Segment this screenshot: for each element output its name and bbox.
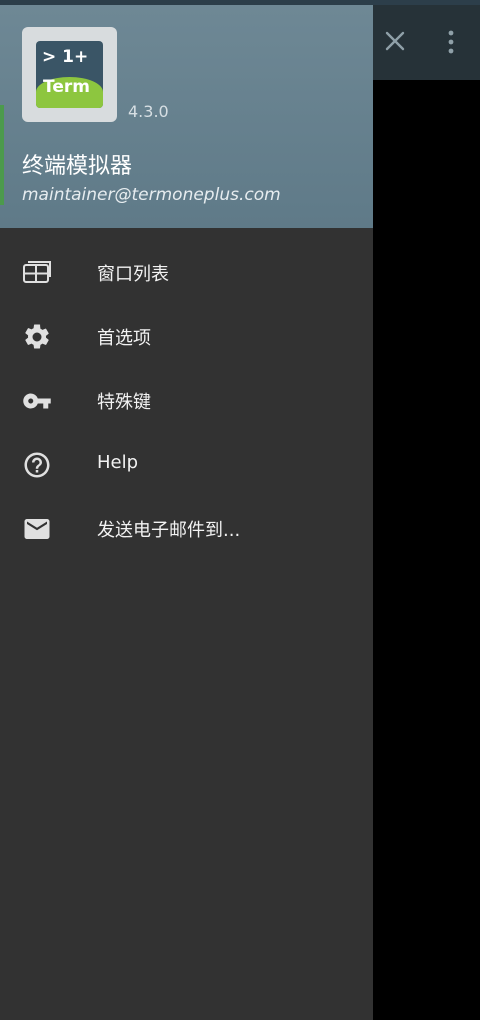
key-icon (22, 386, 52, 416)
app-logo-icon: > 1+ Term (36, 41, 103, 108)
window-list-icon (22, 258, 52, 288)
screen: > 1+ Term 4.3.0 终端模拟器 maintainer@termone… (0, 0, 480, 1020)
menu-item-label: 窗口列表 (97, 264, 169, 285)
mail-icon (22, 514, 52, 544)
menu-item-special-keys[interactable]: 特殊键 (0, 368, 373, 432)
gear-icon (22, 322, 52, 352)
menu-item-label: 首选项 (97, 328, 151, 349)
close-icon[interactable] (382, 28, 408, 54)
help-icon (22, 450, 52, 480)
app-name: 终端模拟器 (22, 154, 133, 179)
app-version: 4.3.0 (128, 102, 169, 121)
menu-item-window-list[interactable]: 窗口列表 (0, 240, 373, 304)
terminal-area[interactable] (373, 80, 480, 1020)
menu-item-label: 特殊键 (97, 392, 151, 413)
more-vert-icon[interactable] (444, 28, 458, 56)
menu-item-help[interactable]: Help (0, 432, 373, 496)
menu-item-label: Help (97, 452, 139, 473)
edge-accent (0, 105, 4, 205)
drawer-header: > 1+ Term 4.3.0 终端模拟器 maintainer@termone… (0, 5, 373, 228)
logo-text-line1: > 1+ (42, 47, 89, 67)
maintainer-email: maintainer@termoneplus.com (22, 185, 281, 205)
menu-item-preferences[interactable]: 首选项 (0, 304, 373, 368)
drawer-menu: 窗口列表 首选项 特殊键 Help 发送电子邮件到... (0, 240, 373, 560)
menu-item-send-email[interactable]: 发送电子邮件到... (0, 496, 373, 560)
logo-text-line2: Term (43, 77, 90, 97)
navigation-drawer: > 1+ Term 4.3.0 终端模拟器 maintainer@termone… (0, 5, 373, 1020)
menu-item-label: 发送电子邮件到... (97, 520, 241, 541)
app-icon-frame: > 1+ Term (22, 27, 117, 122)
